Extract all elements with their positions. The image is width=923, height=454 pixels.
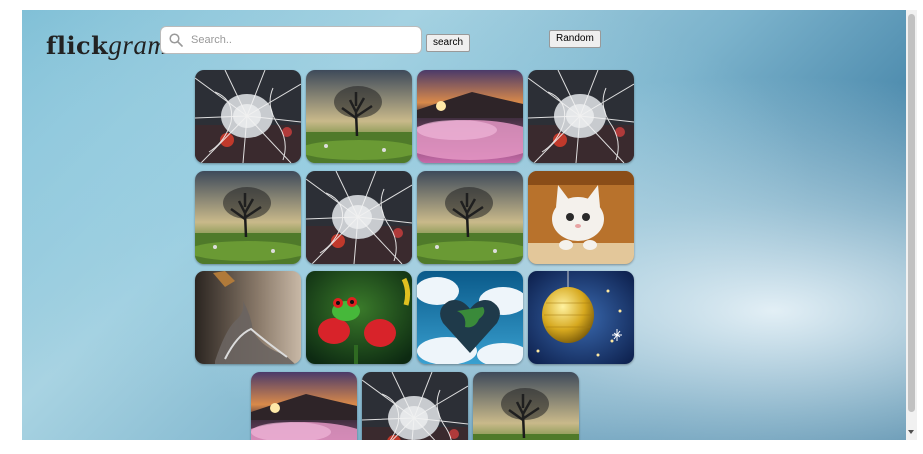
search-input[interactable] (189, 33, 413, 47)
gallery-thumbnail[interactable] (528, 271, 634, 364)
sunset-clouds-image (251, 372, 357, 440)
gallery-thumbnail[interactable] (417, 271, 523, 364)
scroll-down-arrow-icon[interactable] (908, 430, 914, 434)
tree-landscape-image (195, 171, 301, 264)
gallery-thumbnail[interactable] (306, 271, 412, 364)
page-viewport: flickgram search Random (22, 10, 906, 440)
vertical-scrollbar[interactable] (906, 10, 917, 440)
gallery-thumbnail[interactable] (417, 171, 523, 264)
tree-landscape-image (417, 171, 523, 264)
tree-landscape-image (306, 70, 412, 163)
dragon-fantasy-image (195, 271, 301, 364)
gallery-thumbnail[interactable] (195, 70, 301, 163)
shattered-glass-image (528, 70, 634, 163)
gallery-thumbnail[interactable] (528, 171, 634, 264)
tree-landscape-image (473, 372, 579, 440)
frog-on-flower-image (306, 271, 412, 364)
logo-italic-text: gram (108, 30, 168, 60)
gallery-thumbnail[interactable] (306, 171, 412, 264)
gallery-thumbnail[interactable] (195, 171, 301, 264)
earth-heart-clouds-image (417, 271, 523, 364)
white-kitten-image (528, 171, 634, 264)
search-icon (169, 33, 183, 47)
flickgram-logo[interactable]: flickgram (46, 30, 167, 61)
gallery-thumbnail[interactable] (473, 372, 579, 440)
shattered-glass-image (195, 70, 301, 163)
logo-bold-text: flick (46, 31, 109, 60)
search-box[interactable] (160, 26, 422, 54)
golden-ornament-image (528, 271, 634, 364)
gallery-thumbnail[interactable] (362, 372, 468, 440)
random-button[interactable]: Random (549, 30, 601, 48)
shattered-glass-image (362, 372, 468, 440)
gallery-thumbnail[interactable] (251, 372, 357, 440)
gallery-thumbnail[interactable] (195, 271, 301, 364)
search-button[interactable]: search (426, 34, 471, 52)
gallery-thumbnail[interactable] (306, 70, 412, 163)
gallery-thumbnail[interactable] (528, 70, 634, 163)
sunset-clouds-image (417, 70, 523, 163)
shattered-glass-image (306, 171, 412, 264)
scrollbar-thumb[interactable] (908, 14, 915, 412)
gallery-thumbnail[interactable] (417, 70, 523, 163)
